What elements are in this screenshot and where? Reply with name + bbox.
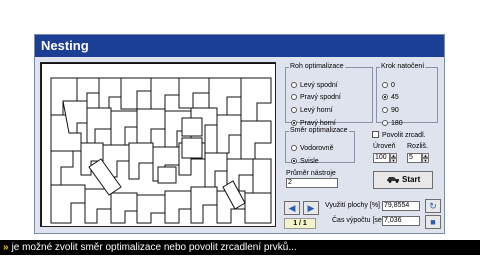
radio-icon[interactable] bbox=[291, 94, 297, 100]
prev-page-button[interactable]: ◀ bbox=[284, 201, 300, 215]
window-title: Nesting bbox=[35, 35, 444, 57]
subtitle-marker: » bbox=[3, 242, 9, 253]
vyuziti-plochy-value: 79,8554 bbox=[382, 201, 420, 211]
next-page-button[interactable]: ▶ bbox=[303, 201, 319, 215]
krok-option-45[interactable]: 45 bbox=[382, 93, 399, 102]
racing-car-icon bbox=[386, 177, 399, 183]
krok-option-180[interactable]: 180 bbox=[382, 119, 403, 128]
cas-vypoctu-label: Čas výpočtu [sec] bbox=[332, 217, 388, 224]
krok-natoceni-legend: Krok natočení bbox=[381, 63, 425, 70]
rozlis-label: Rozliš. bbox=[407, 143, 429, 150]
radio-selected-icon[interactable] bbox=[291, 158, 297, 164]
smer-optimalizace-group: Směr optimalizace Vodorovně Svisle bbox=[285, 127, 355, 166]
prev-page-icon: ◀ bbox=[288, 203, 296, 213]
krok-option-90[interactable]: 90 bbox=[382, 106, 399, 115]
roh-option-levy-spodni[interactable]: Levý spodní bbox=[291, 81, 338, 90]
radio-icon[interactable] bbox=[382, 107, 388, 113]
radio-icon[interactable] bbox=[382, 120, 388, 126]
krok-option-0[interactable]: 0 bbox=[382, 81, 395, 90]
rozlis-input[interactable]: 5 bbox=[407, 153, 422, 163]
vyuziti-plochy-label: Využití plochy [%] bbox=[325, 202, 380, 209]
start-label: Start bbox=[402, 175, 421, 184]
video-subtitle: » je možné zvolit směr optimalizace nebo … bbox=[0, 240, 480, 255]
roh-optimalizace-legend: Roh optimalizace bbox=[290, 63, 344, 70]
smer-option-vodorovne[interactable]: Vodorovně bbox=[291, 144, 333, 153]
roh-option-levy-horni[interactable]: Levý horní bbox=[291, 106, 333, 115]
uroven-label: Úroveň bbox=[373, 143, 396, 150]
uroven-input[interactable]: 100 bbox=[373, 153, 390, 163]
save-button[interactable]: ■ bbox=[425, 215, 441, 229]
spin-down-icon[interactable]: ▼ bbox=[390, 158, 397, 163]
page-indicator: 1 / 1 bbox=[284, 218, 316, 229]
radio-icon[interactable] bbox=[291, 107, 297, 113]
checkbox-icon[interactable] bbox=[372, 131, 379, 138]
refresh-button[interactable]: ↻ bbox=[425, 199, 441, 213]
save-icon: ■ bbox=[430, 217, 436, 227]
smer-optimalizace-legend: Směr optimalizace bbox=[290, 127, 348, 134]
rozlis-spinner[interactable]: ▲ ▼ bbox=[422, 153, 429, 163]
radio-icon[interactable] bbox=[291, 82, 297, 88]
nesting-window: Nesting Roh optimalizace Levý spodní Pra… bbox=[34, 34, 445, 234]
uroven-spinner[interactable]: ▲ ▼ bbox=[390, 153, 397, 163]
next-page-icon: ▶ bbox=[307, 203, 315, 213]
prumer-nastroje-label: Průměr nástroje bbox=[286, 170, 336, 177]
radio-selected-icon[interactable] bbox=[291, 120, 297, 126]
refresh-icon: ↻ bbox=[429, 201, 437, 211]
nesting-canvas[interactable] bbox=[40, 62, 276, 227]
roh-option-pravy-spodni[interactable]: Pravý spodní bbox=[291, 93, 341, 102]
start-button[interactable]: Start bbox=[373, 171, 433, 189]
povolit-zrcadleni-checkbox[interactable]: Povolit zrcadl. bbox=[372, 131, 426, 140]
spin-down-icon[interactable]: ▼ bbox=[422, 158, 429, 163]
radio-selected-icon[interactable] bbox=[382, 94, 388, 100]
smer-option-svisle[interactable]: Svisle bbox=[291, 157, 319, 166]
subtitle-text: je možné zvolit směr optimalizace nebo p… bbox=[11, 242, 297, 253]
nesting-layout-drawing bbox=[41, 63, 275, 226]
krok-natoceni-group: Krok natočení 0 45 90 180 bbox=[376, 63, 438, 127]
roh-optimalizace-group: Roh optimalizace Levý spodní Pravý spodn… bbox=[285, 63, 373, 127]
radio-icon[interactable] bbox=[291, 145, 297, 151]
cas-vypoctu-value: 7,036 bbox=[382, 216, 420, 226]
prumer-nastroje-input[interactable]: 2 bbox=[286, 178, 338, 188]
radio-icon[interactable] bbox=[382, 82, 388, 88]
